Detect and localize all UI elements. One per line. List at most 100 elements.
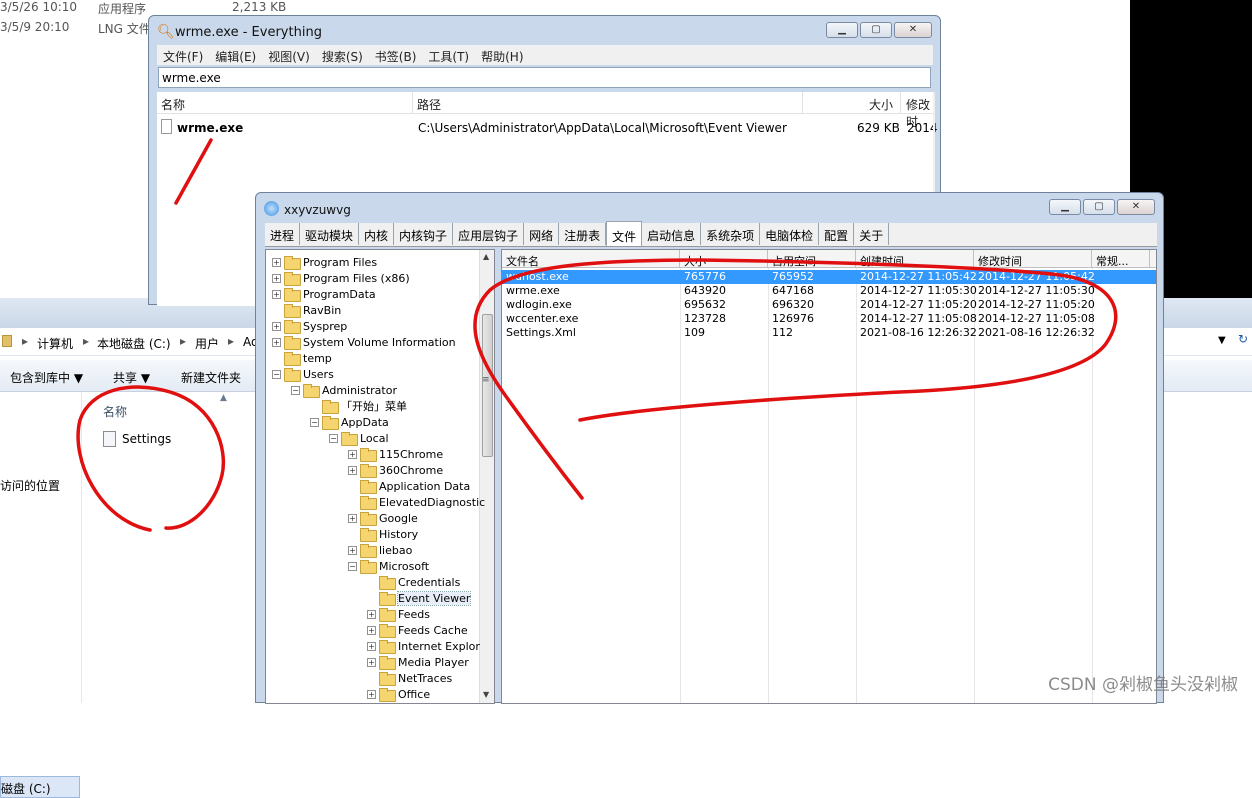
grid-col-alloc[interactable]: 占用空间 bbox=[768, 250, 856, 268]
expand-icon[interactable]: + bbox=[348, 465, 357, 475]
tab-files[interactable]: 文件 bbox=[606, 221, 643, 246]
tree-scrollbar[interactable]: ▲ ≡ ▼ bbox=[479, 250, 494, 703]
everything-search-input[interactable]: wrme.exe bbox=[158, 67, 931, 88]
grid-col-general[interactable]: 常规... bbox=[1092, 250, 1150, 268]
nav-recent-places[interactable]: 访问的位置 bbox=[0, 477, 60, 494]
tab-kernel-hooks[interactable]: 内核钩子 bbox=[394, 223, 454, 245]
menu-tools[interactable]: 工具(T) bbox=[428, 48, 469, 64]
tree-node[interactable]: +360Chrome bbox=[348, 462, 443, 478]
grid-row[interactable]: wuhost.exe 765776 765952 2014-12-27 11:05:4… bbox=[502, 270, 1156, 284]
grid-row[interactable]: wdlogin.exe 695632 696320 2014-12-27 11:05:… bbox=[502, 298, 1156, 312]
expand-icon[interactable]: + bbox=[367, 609, 376, 619]
minimize-icon[interactable]: ▁ bbox=[826, 22, 858, 38]
column-size[interactable]: 大小 bbox=[869, 96, 893, 113]
expand-icon[interactable]: + bbox=[367, 625, 376, 635]
tab-about[interactable]: 关于 bbox=[854, 223, 890, 245]
expand-icon[interactable]: + bbox=[367, 657, 376, 667]
tree-node[interactable]: Event Viewer bbox=[367, 590, 472, 606]
collapse-icon[interactable]: − bbox=[291, 385, 300, 395]
tree-node[interactable]: + Feeds bbox=[367, 606, 430, 622]
minimize-icon[interactable]: ▁ bbox=[1049, 199, 1081, 215]
folder-tree[interactable]: ▲ ≡ ▼ + Program Files + Program Files (x86)… bbox=[265, 249, 495, 704]
menu-file[interactable]: 文件(F) bbox=[163, 48, 203, 64]
tree-node[interactable]: + liebao bbox=[348, 542, 412, 558]
tab-registry[interactable]: 注册表 bbox=[559, 223, 607, 245]
explorer-file-item[interactable]: Settings bbox=[103, 431, 171, 447]
file-grid[interactable]: 文件名 大小 占用空间 创建时间 修改时间 常规... wuhost.exe 76… bbox=[501, 249, 1157, 704]
tree-scroll-thumb[interactable] bbox=[482, 314, 493, 457]
tree-node[interactable]: − AppData bbox=[310, 414, 389, 430]
column-name[interactable]: 名称 bbox=[161, 96, 185, 113]
column-path[interactable]: 路径 bbox=[417, 96, 441, 113]
menu-bookmarks[interactable]: 书签(B) bbox=[375, 48, 417, 64]
grid-col-size[interactable]: 大小 bbox=[680, 250, 768, 268]
close-icon[interactable]: ✕ bbox=[894, 22, 932, 38]
tab-network[interactable]: 网络 bbox=[524, 223, 560, 245]
breadcrumb-item[interactable]: 用户 bbox=[195, 335, 219, 352]
tree-node[interactable]: + ProgramData bbox=[272, 286, 376, 302]
tree-node[interactable]: +115Chrome bbox=[348, 446, 443, 462]
tab-checkup[interactable]: 电脑体检 bbox=[760, 223, 820, 245]
tab-config[interactable]: 配置 bbox=[819, 223, 855, 245]
tab-driver-modules[interactable]: 驱动模块 bbox=[300, 223, 360, 245]
tab-misc[interactable]: 系统杂项 bbox=[701, 223, 761, 245]
tree-node[interactable]: + Google bbox=[348, 510, 418, 526]
tree-node[interactable]: temp bbox=[272, 350, 332, 366]
collapse-icon[interactable]: − bbox=[272, 369, 281, 379]
tab-app-hooks[interactable]: 应用层钩子 bbox=[453, 223, 525, 245]
tree-node[interactable]: − Users bbox=[272, 366, 334, 382]
expand-icon[interactable]: + bbox=[272, 257, 281, 267]
expand-icon[interactable]: + bbox=[367, 689, 376, 699]
grid-row[interactable]: Settings.Xml 109 112 2021-08-16 12:26:32 202… bbox=[502, 326, 1156, 340]
expand-icon[interactable]: + bbox=[367, 641, 376, 651]
expand-icon[interactable]: + bbox=[272, 337, 281, 347]
tree-node[interactable]: Credentials bbox=[367, 574, 460, 590]
dropdown-arrow-icon[interactable]: ▼ bbox=[1218, 335, 1226, 346]
tree-node[interactable]: + Program Files bbox=[272, 254, 377, 270]
scroll-up-icon[interactable]: ▲ bbox=[483, 252, 489, 261]
scroll-down-icon[interactable]: ▼ bbox=[483, 690, 489, 699]
expand-icon[interactable]: + bbox=[348, 449, 357, 459]
tree-node[interactable]: + System Volume Information bbox=[272, 334, 456, 350]
grid-col-filename[interactable]: 文件名 bbox=[502, 250, 680, 268]
menu-help[interactable]: 帮助(H) bbox=[481, 48, 523, 64]
tab-startup[interactable]: 启动信息 bbox=[642, 223, 702, 245]
refresh-icon[interactable]: ↻ bbox=[1238, 332, 1248, 346]
tree-node[interactable]: History bbox=[348, 526, 418, 542]
grid-col-created[interactable]: 创建时间 bbox=[856, 250, 974, 268]
new-folder-button[interactable]: 新建文件夹 bbox=[181, 369, 241, 386]
grid-row[interactable]: wccenter.exe 123728 126976 2014-12-27 11:05… bbox=[502, 312, 1156, 326]
tree-node[interactable]: + Office bbox=[367, 686, 430, 702]
menu-view[interactable]: 视图(V) bbox=[268, 48, 310, 64]
expand-icon[interactable]: + bbox=[348, 513, 357, 523]
menu-edit[interactable]: 编辑(E) bbox=[215, 48, 256, 64]
include-library-button[interactable]: 包含到库中 ▼ bbox=[10, 369, 83, 386]
tree-node[interactable]: − Local bbox=[329, 430, 389, 446]
expand-icon[interactable]: + bbox=[272, 273, 281, 283]
collapse-icon[interactable]: − bbox=[348, 561, 357, 571]
tree-node[interactable]: + Internet Explor bbox=[367, 638, 480, 654]
tab-kernel[interactable]: 内核 bbox=[359, 223, 395, 245]
tree-node[interactable]: + Feeds Cache bbox=[367, 622, 468, 638]
tree-node[interactable]: NetTraces bbox=[367, 670, 452, 686]
share-button[interactable]: 共享 ▼ bbox=[113, 369, 150, 386]
grid-row[interactable]: wrme.exe 643920 647168 2014-12-27 11:05:30 2… bbox=[502, 284, 1156, 298]
grid-col-modified[interactable]: 修改时间 bbox=[974, 250, 1092, 268]
tab-process[interactable]: 进程 bbox=[265, 223, 301, 245]
tree-node[interactable]: ElevatedDiagnostic bbox=[348, 494, 485, 510]
tree-node[interactable]: − Microsoft bbox=[348, 558, 429, 574]
expand-icon[interactable]: + bbox=[272, 321, 281, 331]
collapse-icon[interactable]: − bbox=[329, 433, 338, 443]
close-icon[interactable]: ✕ bbox=[1117, 199, 1155, 215]
collapse-icon[interactable]: − bbox=[310, 417, 319, 427]
column-header-name[interactable]: 名称 bbox=[103, 403, 127, 420]
tree-node[interactable]: − Administrator bbox=[291, 382, 397, 398]
tree-node[interactable]: 「开始」菜单 bbox=[310, 398, 407, 414]
expand-icon[interactable]: + bbox=[348, 545, 357, 555]
menu-search[interactable]: 搜索(S) bbox=[322, 48, 363, 64]
breadcrumb-item[interactable]: 计算机 bbox=[37, 335, 73, 352]
expand-icon[interactable]: + bbox=[272, 289, 281, 299]
nav-drive-c[interactable]: 磁盘 (C:) bbox=[0, 776, 80, 798]
tree-node[interactable]: + Sysprep bbox=[272, 318, 347, 334]
breadcrumb-item[interactable]: 本地磁盘 (C:) bbox=[97, 335, 171, 352]
